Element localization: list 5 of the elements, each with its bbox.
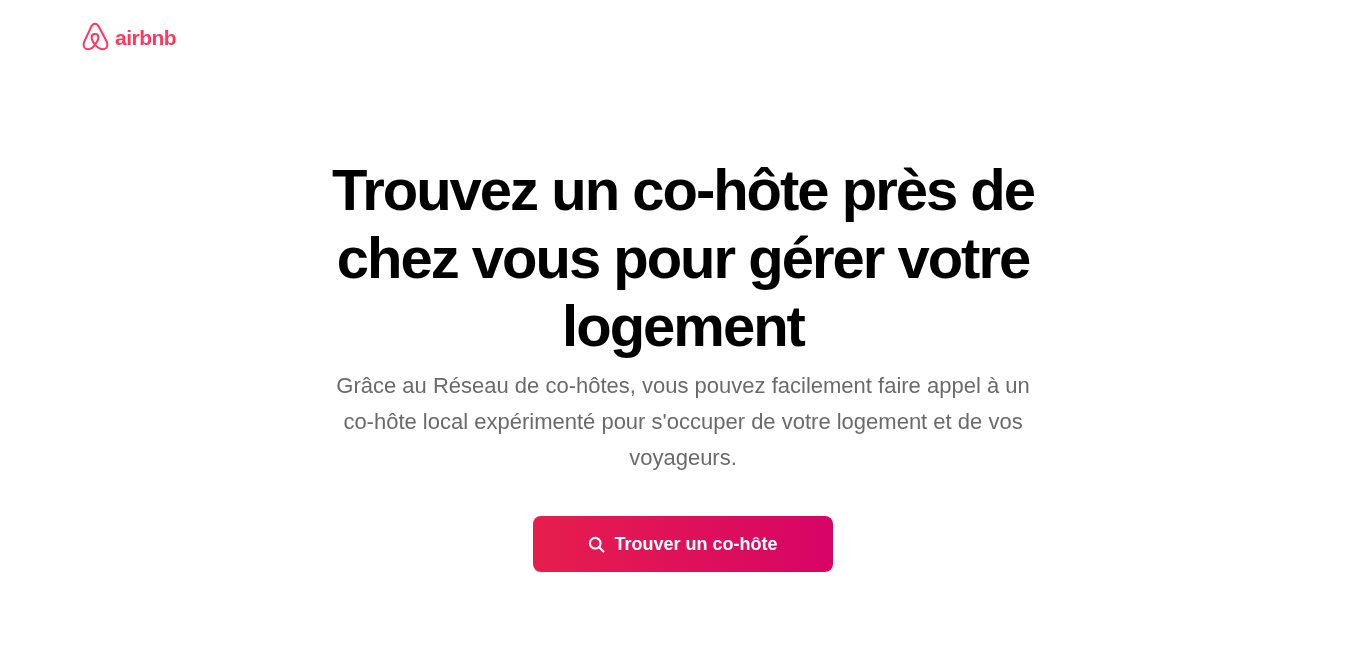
page-title: Trouvez un co-hôte près de chez vous pour gérer votre logement — [330, 156, 1036, 360]
airbnb-logo[interactable]: airbnb — [80, 22, 177, 54]
find-cohost-button[interactable]: Trouver un co-hôte — [533, 516, 833, 572]
intro-text: Grâce au Réseau de co-hôtes, vous pouvez facilement faire appel à un co-hôte local expérimenté pour s'occuper de votre logement et de vos voyageurs. — [335, 372, 1031, 472]
search-icon — [588, 535, 606, 553]
